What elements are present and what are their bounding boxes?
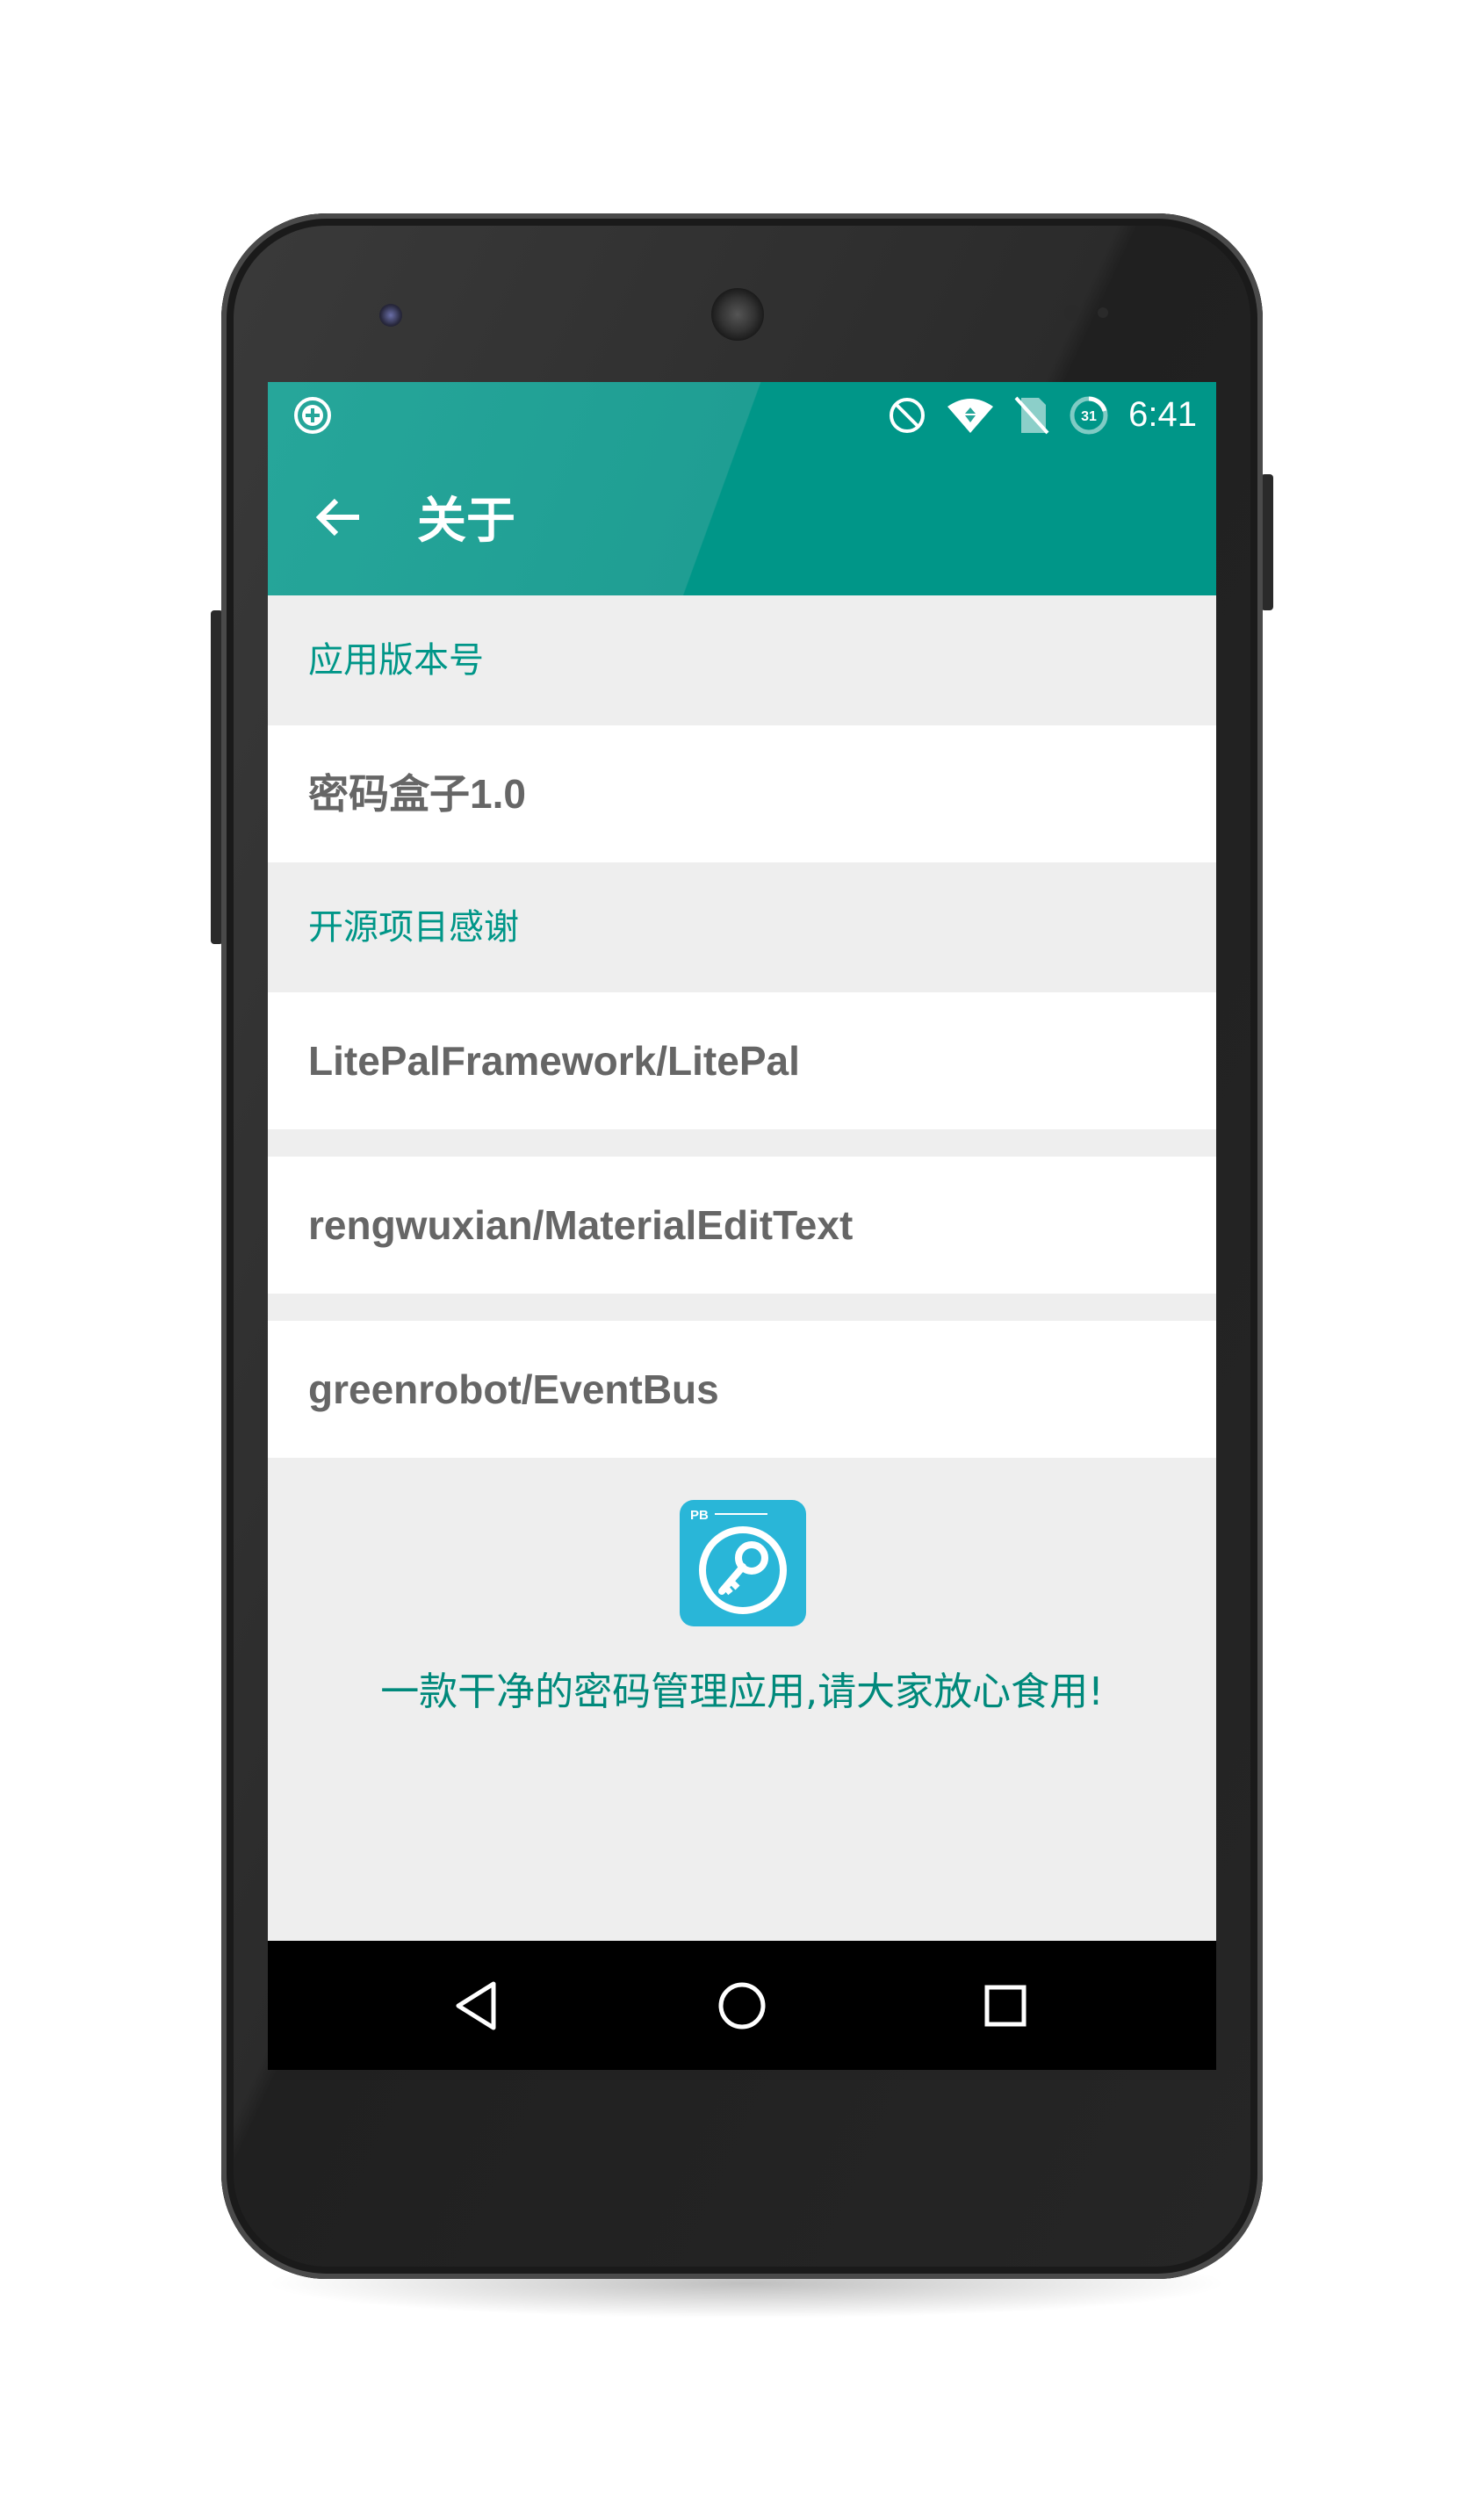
status-time: 6:41 [1128, 395, 1197, 434]
list-item-litepal[interactable]: LitePalFramework/LitePal [268, 992, 1216, 1129]
page-title: 关于 [417, 493, 515, 550]
wifi-icon [947, 398, 994, 433]
navigation-bar [268, 1941, 1216, 2070]
add-circle-icon [294, 397, 331, 434]
earpiece-speaker [711, 288, 764, 341]
front-camera [379, 304, 402, 327]
status-icons: 31 6:41 [888, 382, 1197, 448]
home-circle-icon[interactable] [715, 1979, 769, 2033]
svg-text:PB: PB [690, 1508, 709, 1523]
battery-icon: 31 [1070, 396, 1108, 434]
section-header-version: 应用版本号 [268, 595, 1216, 725]
battery-level: 31 [1081, 409, 1097, 424]
screen: 31 6:41 关于 应用版本号 密码盒子1.0 开源项目感谢 LitePalF… [268, 382, 1216, 2070]
power-button [1261, 474, 1273, 610]
recents-square-icon[interactable] [978, 1979, 1033, 2033]
status-bar: 31 6:41 [268, 382, 1216, 448]
no-sim-icon [1014, 396, 1049, 434]
arrow-back-icon[interactable] [312, 490, 366, 544]
list-item-materialedittext[interactable]: rengwuxian/MaterialEditText [268, 1157, 1216, 1294]
key-icon: PB [690, 1508, 787, 1614]
app-logo: PB [680, 1500, 806, 1626]
proximity-sensor [1064, 305, 1080, 321]
tagline: 一款干净的密码管理应用,请大家放心食用! [380, 1669, 1104, 1714]
light-sensor [1098, 307, 1108, 318]
back-triangle-icon[interactable] [451, 1979, 506, 2033]
section-header-thanks: 开源项目感谢 [268, 862, 1216, 992]
version-value: 密码盒子1.0 [268, 725, 1216, 862]
toolbar: 关于 [268, 448, 1216, 595]
list-item-eventbus[interactable]: greenrobot/EventBus [268, 1321, 1216, 1458]
do-not-disturb-icon [890, 397, 926, 433]
